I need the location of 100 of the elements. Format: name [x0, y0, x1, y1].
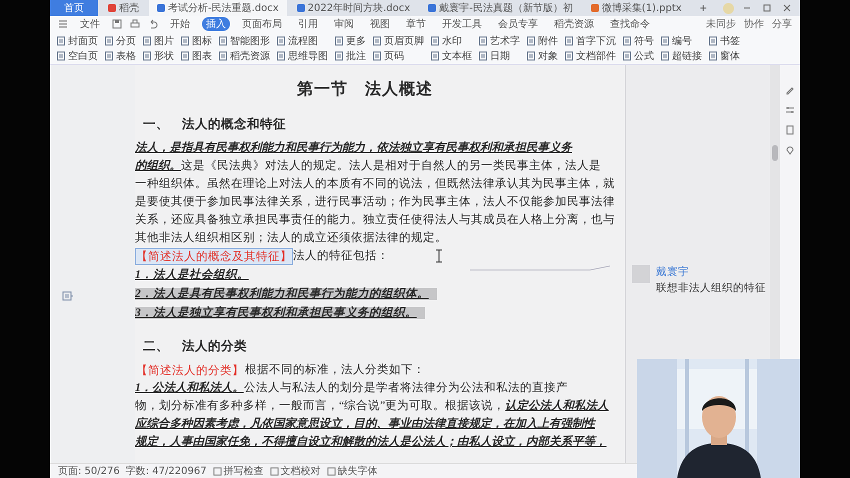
ribbon-button[interactable]: 图表	[180, 48, 212, 62]
ribbon-button[interactable]: 对象	[526, 48, 558, 62]
printer-icon[interactable]	[130, 19, 140, 29]
status-button[interactable]: 拼写检查	[224, 464, 264, 478]
ribbon-button[interactable]: 编号	[660, 34, 702, 48]
ribbon-button[interactable]: 公式	[622, 48, 654, 62]
ribbon-button[interactable]: 分页	[104, 34, 136, 48]
ribbon-button[interactable]: 艺术字	[478, 34, 520, 48]
ribbon-button[interactable]: 图片	[142, 34, 174, 48]
page-icon	[104, 36, 114, 46]
sliders-icon[interactable]	[785, 105, 795, 115]
page-icon	[372, 36, 382, 46]
menu-tab[interactable]: 稻壳资源	[550, 17, 598, 31]
text-line: 物，划分标准有多种多样，一般而言，“综合说”更为可取。根据该说，认定公法人和私法人	[135, 398, 610, 414]
pen-icon[interactable]	[785, 85, 795, 95]
menu-tab[interactable]: 引用	[294, 17, 322, 31]
document-tab[interactable]: 考试分析-民法重题.docx	[149, 0, 287, 16]
ribbon-button[interactable]: 智能图形	[218, 34, 270, 48]
ribbon-button[interactable]: 附件	[526, 34, 558, 48]
ribbon-button[interactable]: 形状	[142, 48, 174, 62]
question-label: 【简述法人的概念及其特征】	[135, 248, 293, 264]
ribbon-button[interactable]: 首字下沉	[564, 34, 616, 48]
status-text: 字数: 47/220967	[126, 464, 207, 478]
comment-icon[interactable]	[62, 291, 74, 301]
ribbon-button[interactable]: 页码	[372, 48, 424, 62]
list-item: 1．法人是社会组织。	[135, 269, 250, 281]
page-icon	[218, 36, 228, 46]
status-text: 页面: 50/276	[58, 465, 120, 478]
page-icon	[526, 50, 536, 60]
ribbon-button[interactable]: 批注	[334, 48, 366, 62]
menu-tab[interactable]: 页面布局	[238, 17, 286, 31]
checkbox-icon	[270, 466, 279, 476]
toolbar-link[interactable]: 未同步	[706, 17, 736, 31]
ribbon-button[interactable]: 书签	[708, 34, 740, 48]
text-line: 是要使其便于参加民事法律关系，进行民事活动；作为民事主体，法人不仅能参加民事法律	[135, 194, 616, 210]
menu-tab[interactable]: 查找命令	[606, 17, 654, 31]
ribbon-button[interactable]: 日期	[478, 48, 520, 62]
page-icon	[276, 50, 286, 60]
menu-tab[interactable]: 开发工具	[438, 17, 486, 31]
page-icon	[478, 50, 488, 60]
ribbon-button[interactable]: 超链接	[660, 48, 702, 62]
new-tab-button[interactable]: +	[692, 1, 715, 15]
scrollbar-thumb[interactable]	[772, 145, 778, 161]
ribbon-button[interactable]: 水印	[430, 34, 472, 48]
checkbox-icon	[212, 466, 222, 476]
ribbon-button[interactable]: 封面页	[56, 34, 98, 48]
comment-text: 联想非法人组织的特征	[656, 281, 766, 295]
text-line: 的组织。这是《民法典》对法人的规定。法人是相对于自然人的另一类民事主体，法人是	[135, 158, 602, 174]
page-icon	[372, 50, 382, 60]
page-icon	[564, 36, 574, 46]
page-icon	[430, 50, 440, 60]
maximize-icon[interactable]	[762, 3, 772, 13]
page-icon	[430, 36, 440, 46]
ribbon-button[interactable]: 符号	[622, 34, 654, 48]
page-icon[interactable]	[785, 125, 795, 135]
ribbon-button[interactable]: 思维导图	[276, 48, 328, 62]
toolbar-link[interactable]: 协作	[744, 17, 764, 31]
page-icon	[142, 36, 152, 46]
menu-tab[interactable]: 章节	[402, 17, 430, 31]
ribbon-button[interactable]: 窗体	[708, 48, 740, 62]
menu-tab[interactable]: 视图	[366, 17, 394, 31]
ribbon-button[interactable]: 文本框	[430, 48, 472, 62]
ribbon-button[interactable]: 流程图	[276, 34, 328, 48]
location-icon[interactable]	[785, 145, 795, 155]
document-tab[interactable]: 稻壳	[100, 0, 147, 16]
ribbon-button[interactable]: 页眉页脚	[372, 34, 424, 48]
ribbon-button[interactable]: 图标	[180, 34, 212, 48]
page-icon	[104, 50, 114, 60]
comment-card[interactable]: 戴寰宇 联想非法人组织的特征	[626, 261, 770, 299]
section-title: 第一节 法人概述	[296, 80, 434, 100]
close-icon[interactable]	[782, 3, 792, 13]
menu-icon[interactable]	[58, 19, 68, 29]
page-icon	[180, 50, 190, 60]
text-line: 其他非法人组织相区别；法人的成立还须依据法律的规定。	[135, 230, 448, 246]
ribbon-button[interactable]: 稻壳资源	[218, 48, 270, 62]
save-icon[interactable]	[112, 19, 122, 29]
undo-icon[interactable]	[148, 19, 158, 29]
menu-tab[interactable]: 审阅	[330, 17, 358, 31]
home-tab[interactable]: 首页	[50, 0, 98, 16]
text-line: 1．公法人和私法人。公法人与私法人的划分是学者将法律分为公法和私法的直接产	[135, 380, 569, 396]
document-tab[interactable]: 戴寰宇-民法真题（新节版）初	[420, 0, 581, 16]
document-tab[interactable]: 2022年时间方块.docx	[288, 0, 418, 16]
menu-tab[interactable]: 插入	[202, 17, 230, 31]
document-tab[interactable]: 微博采集(1).pptx	[582, 0, 690, 16]
page-icon	[660, 50, 670, 60]
ribbon-button[interactable]: 表格	[104, 48, 136, 62]
status-button[interactable]: 文档校对	[280, 464, 321, 478]
menu-tab[interactable]: 会员专享	[494, 17, 542, 31]
menu-tab[interactable]: 开始	[166, 17, 194, 31]
ribbon-button[interactable]: 空白页	[56, 48, 98, 62]
list-item: 2．法人是具有民事权利能力和民事行为能力的组织体。	[135, 288, 437, 300]
toolbar-link[interactable]: 分享	[772, 17, 792, 31]
question-label: 【简述法人的分类】	[135, 364, 245, 378]
list-item: 3．法人是独立享有民事权利和承担民事义务的组织。	[135, 307, 425, 319]
status-button[interactable]: 缺失字体	[338, 464, 378, 478]
page-icon	[708, 50, 718, 60]
ribbon-button[interactable]: 文档部件	[564, 48, 616, 62]
ribbon-button[interactable]: 更多	[334, 34, 366, 48]
menu-tab[interactable]: 文件	[76, 17, 104, 31]
text-line: 关系，还应具备独立承担民事责任的能力。独立责任使得法人与其成员在人格上分离，也与	[135, 212, 616, 228]
